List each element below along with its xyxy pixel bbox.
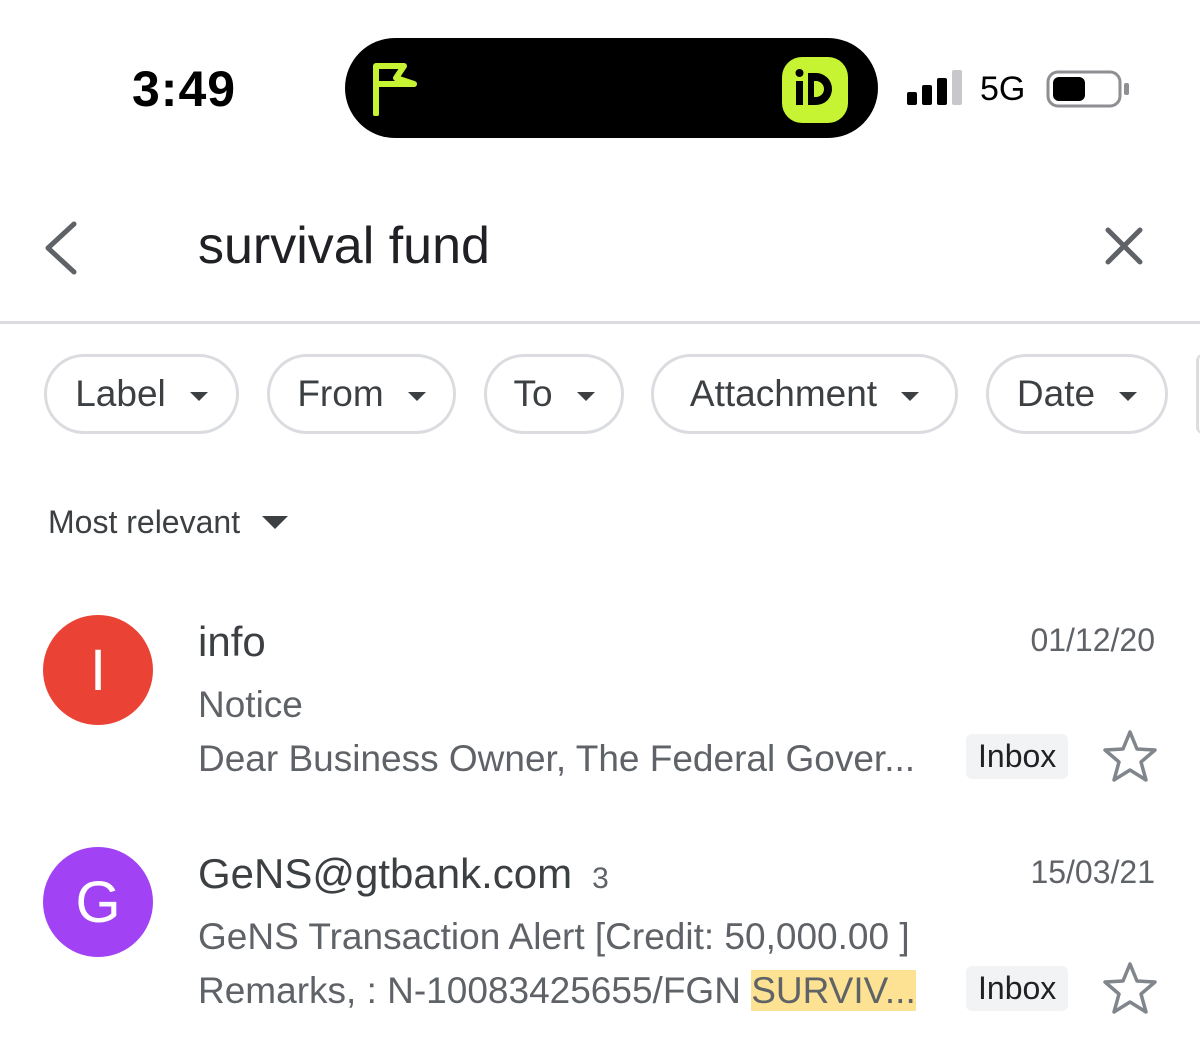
sort-dropdown[interactable]: Most relevant xyxy=(48,504,289,541)
filter-chip-label[interactable]: Label xyxy=(44,354,239,434)
sender-line: GeNS@gtbank.com 3 xyxy=(198,850,609,898)
chip-date-text: Date xyxy=(1016,373,1096,414)
chip-label-text: Label xyxy=(75,373,166,414)
chip-from-text: From xyxy=(297,373,384,414)
inbox-label-badge: Inbox xyxy=(966,734,1069,779)
mail-date: 15/03/21 xyxy=(1030,854,1155,890)
status-time: 3:49 xyxy=(132,61,237,117)
battery-icon xyxy=(1046,70,1129,108)
search-highlight: SURVIV... xyxy=(751,970,916,1011)
inbox-label-badge: Inbox xyxy=(966,966,1069,1011)
filter-chip-from[interactable]: From xyxy=(267,354,456,434)
mail-snippet: Remarks, : N-10083425655/FGN SURVIV... xyxy=(198,970,916,1012)
search-query[interactable]: survival fund xyxy=(198,216,490,276)
thread-count: 3 xyxy=(592,862,609,895)
dropdown-caret-icon xyxy=(262,516,289,529)
dropdown-caret-icon xyxy=(407,391,426,401)
id-app-icon xyxy=(782,57,848,123)
back-arrow-icon[interactable] xyxy=(40,218,84,278)
avatar-letter: G xyxy=(75,869,121,935)
flag-icon xyxy=(373,63,417,116)
dropdown-caret-icon xyxy=(901,391,920,401)
sender-name: GeNS@gtbank.com xyxy=(198,850,573,897)
clear-search-icon[interactable] xyxy=(1102,224,1146,268)
snippet-text: Remarks, : N-10083425655/FGN xyxy=(198,970,752,1011)
chip-to-text: To xyxy=(513,373,553,414)
star-icon[interactable] xyxy=(1101,728,1159,786)
avatar-letter: I xyxy=(89,637,107,703)
dropdown-caret-icon xyxy=(189,391,208,401)
mail-list-item[interactable]: G GeNS@gtbank.com 3 15/03/21 GeNS Transa… xyxy=(0,832,1200,1042)
dropdown-caret-icon xyxy=(576,391,595,401)
mail-snippet: Dear Business Owner, The Federal Gover..… xyxy=(198,738,916,779)
mail-subject: Notice xyxy=(198,684,303,725)
search-divider xyxy=(0,321,1200,324)
mail-subject: GeNS Transaction Alert [Credit: 50,000.0… xyxy=(198,916,910,957)
filter-chip-date[interactable]: Date xyxy=(986,354,1168,434)
star-icon[interactable] xyxy=(1101,960,1159,1018)
dropdown-caret-icon xyxy=(1119,391,1138,401)
sender-name: info xyxy=(198,618,266,665)
avatar: I xyxy=(43,615,153,725)
sort-label: Most relevant xyxy=(48,504,241,540)
network-type: 5G xyxy=(980,70,1026,108)
filter-chip-attachment[interactable]: Attachment xyxy=(651,354,958,434)
avatar: G xyxy=(43,847,153,957)
chip-attachment-text: Attachment xyxy=(689,373,878,414)
mail-list-item[interactable]: I info 01/12/20 Notice Dear Business Own… xyxy=(0,600,1200,800)
cellular-signal-icon xyxy=(907,70,962,105)
mail-date: 01/12/20 xyxy=(1030,622,1155,658)
filter-chip-overflow[interactable] xyxy=(1196,354,1200,434)
filter-chip-to[interactable]: To xyxy=(484,354,624,434)
